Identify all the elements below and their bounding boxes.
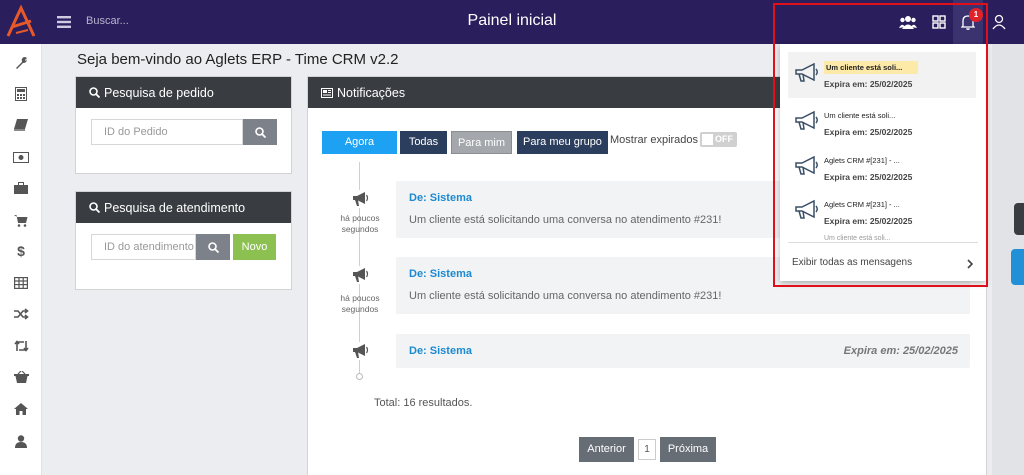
basket-icon[interactable] bbox=[13, 369, 29, 385]
toggle-label: OFF bbox=[715, 134, 733, 144]
notification-time: há poucos segundos bbox=[340, 213, 380, 234]
dollar-icon[interactable]: $ bbox=[13, 243, 29, 259]
service-search-button[interactable] bbox=[196, 234, 230, 260]
prev-page-button[interactable]: Anterior bbox=[579, 437, 634, 462]
notification-item[interactable]: De: Sistema Expira em: 25/02/2025 bbox=[396, 334, 970, 368]
notification-text: Um cliente está solicitando uma conversa… bbox=[409, 290, 722, 302]
order-id-input[interactable]: ID do Pedido bbox=[91, 119, 243, 145]
show-expired-toggle[interactable]: OFF bbox=[700, 132, 737, 147]
tab-all[interactable]: Todas bbox=[400, 131, 447, 154]
order-search-panel: Pesquisa de pedido ID do Pedido bbox=[75, 76, 292, 174]
search-icon bbox=[89, 202, 100, 213]
briefcase-icon[interactable] bbox=[13, 180, 29, 196]
home-icon[interactable] bbox=[13, 401, 29, 417]
edge-tab[interactable] bbox=[1011, 249, 1024, 285]
welcome-message: Seja bem-vindo ao Aglets ERP - Time CRM … bbox=[77, 51, 399, 68]
highlight-box bbox=[773, 3, 988, 287]
tab-for-me[interactable]: Para mim bbox=[451, 131, 512, 154]
edge-tab[interactable] bbox=[1014, 203, 1024, 235]
service-search-header: Pesquisa de atendimento bbox=[76, 192, 291, 223]
service-search-panel: Pesquisa de atendimento ID do atendiment… bbox=[75, 191, 292, 290]
notifications-title: Notificações bbox=[337, 85, 406, 100]
calculator-icon[interactable] bbox=[13, 86, 29, 102]
search-icon bbox=[254, 126, 266, 138]
notification-time: há poucos segundos bbox=[340, 293, 380, 314]
megaphone-icon bbox=[350, 266, 370, 284]
megaphone-icon bbox=[350, 190, 370, 208]
search-icon bbox=[89, 87, 100, 98]
order-search-header: Pesquisa de pedido bbox=[76, 77, 291, 108]
search-icon bbox=[207, 241, 219, 253]
service-id-input[interactable]: ID do atendimento bbox=[91, 234, 196, 260]
total-results: Total: 16 resultados. bbox=[374, 397, 473, 409]
person-icon[interactable] bbox=[13, 433, 29, 449]
notification-from[interactable]: De: Sistema bbox=[409, 345, 472, 357]
user-icon[interactable] bbox=[989, 12, 1009, 32]
order-search-button[interactable] bbox=[243, 119, 277, 145]
wrench-icon[interactable] bbox=[13, 55, 29, 71]
retweet-icon[interactable] bbox=[13, 338, 29, 354]
tab-now[interactable]: Agora bbox=[322, 131, 397, 154]
next-page-button[interactable]: Próxima bbox=[660, 437, 716, 462]
show-expired-label: Mostrar expirados bbox=[610, 134, 699, 146]
service-search-title: Pesquisa de atendimento bbox=[104, 200, 246, 215]
tab-for-my-group[interactable]: Para meu grupo bbox=[517, 131, 608, 154]
notification-from[interactable]: De: Sistema bbox=[409, 192, 472, 204]
shuffle-icon[interactable] bbox=[13, 306, 29, 322]
toggle-knob bbox=[702, 134, 713, 145]
new-service-button[interactable]: Novo bbox=[233, 234, 276, 260]
megaphone-icon bbox=[350, 342, 370, 360]
timeline-end-dot bbox=[356, 373, 363, 380]
order-search-title: Pesquisa de pedido bbox=[104, 85, 214, 100]
book-icon[interactable] bbox=[13, 117, 29, 133]
notification-expires: Expira em: 25/02/2025 bbox=[843, 345, 958, 357]
notification-from[interactable]: De: Sistema bbox=[409, 268, 472, 280]
current-page[interactable]: 1 bbox=[638, 439, 656, 460]
cart-icon[interactable] bbox=[13, 212, 29, 228]
notification-text: Um cliente está solicitando uma conversa… bbox=[409, 214, 722, 226]
newspaper-icon bbox=[321, 87, 333, 98]
money-icon[interactable] bbox=[13, 149, 29, 165]
sidebar: $ bbox=[0, 44, 42, 475]
table-icon[interactable] bbox=[13, 275, 29, 291]
